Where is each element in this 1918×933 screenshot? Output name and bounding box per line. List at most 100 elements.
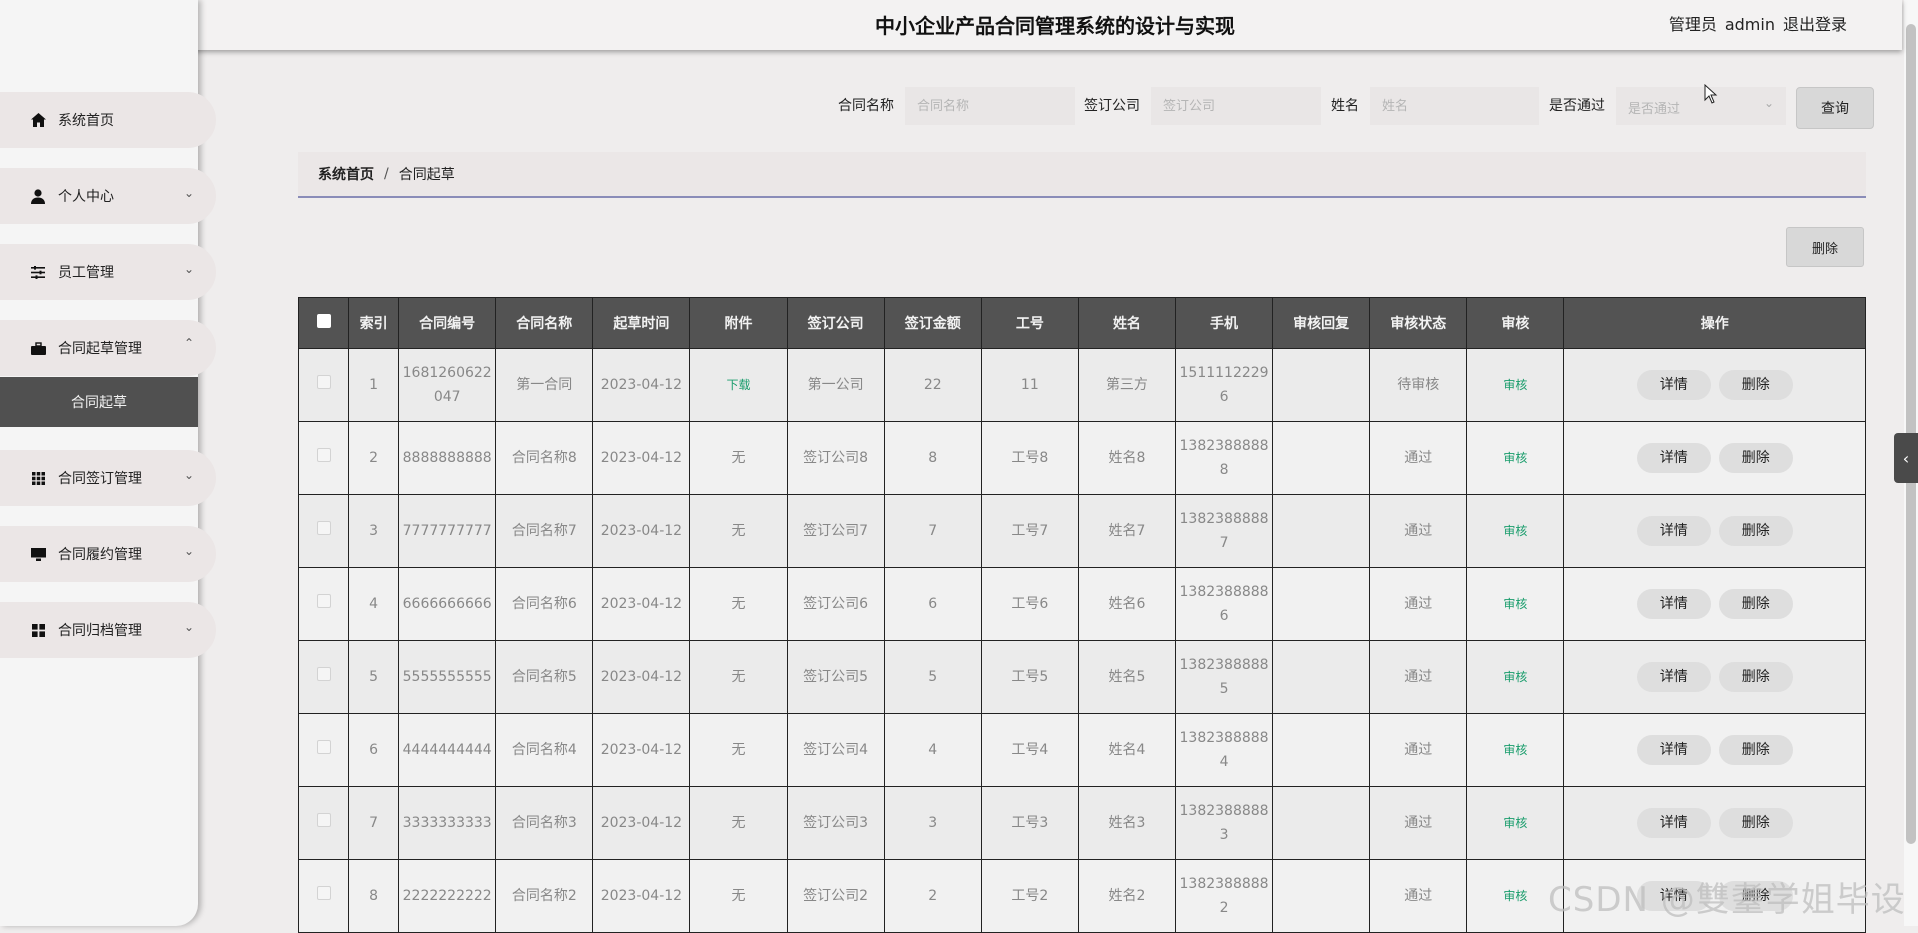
sidebar-item-home[interactable]: 系统首页 [0,92,216,148]
detail-button[interactable]: 详情 [1636,443,1711,473]
table-row: 6 4444444444 合同名称4 2023-04-12 无签订公司4 4 工号4 姓名4 1… [297,713,1866,787]
row-checkbox[interactable] [297,640,350,714]
cell-amount: 6 [883,567,982,641]
sidebar-subitem-contract-draft[interactable]: 合同起草 [0,377,198,427]
briefcase-icon [28,338,48,358]
cell-company: 签订公司6 [786,567,885,641]
row-checkbox[interactable] [297,859,350,933]
cell-phone: 13823888883 [1174,786,1274,860]
select-all-checkbox[interactable] [297,297,350,349]
detail-button[interactable]: 详情 [1636,516,1711,546]
chevron-down-icon: ⌄ [183,186,194,200]
row-delete-button[interactable]: 删除 [1718,589,1793,619]
cell-reply [1272,421,1371,495]
cell-job: 工号3 [980,786,1079,860]
row-delete-button[interactable]: 删除 [1718,662,1793,692]
col-header: 索引 [348,297,400,349]
cell-time: 2023-04-12 [592,640,691,714]
audit-link[interactable]: 审核 [1503,378,1527,392]
logout-link[interactable]: 退出登录 [1783,15,1847,34]
collapse-panel-tab[interactable]: ‹ [1894,433,1918,483]
detail-button[interactable]: 详情 [1636,662,1711,692]
contract-name-input[interactable] [905,87,1075,125]
col-header: 审核状态 [1369,297,1468,349]
audit-link[interactable]: 审核 [1503,597,1527,611]
cell-time: 2023-04-12 [592,567,691,641]
contract-name-label: 合同名称 [838,98,894,114]
delete-button[interactable]: 删除 [1786,227,1864,267]
query-button[interactable]: 查询 [1796,87,1874,129]
download-link[interactable]: 下载 [727,378,751,392]
table-row: 3 7777777777 合同名称7 2023-04-12 无签订公司7 7 工号7 姓名7 1… [297,494,1866,568]
audit-link[interactable]: 审核 [1503,524,1527,538]
row-delete-button[interactable]: 删除 [1718,808,1793,838]
cell-status: 通过 [1369,859,1468,933]
cell-person: 姓名2 [1077,859,1177,933]
row-checkbox[interactable] [297,421,350,495]
cell-name: 合同名称3 [495,786,594,860]
row-delete-button[interactable]: 删除 [1718,443,1793,473]
detail-button[interactable]: 详情 [1636,735,1711,765]
table-row: 4 6666666666 合同名称6 2023-04-12 无签订公司6 6 工号6 姓名6 1… [297,567,1866,641]
sidebar-item-contract-perform[interactable]: 合同履约管理 ⌄ [0,526,216,582]
audit-link[interactable]: 审核 [1503,451,1527,465]
row-checkbox[interactable] [297,567,350,641]
cell-idx: 2 [348,421,400,495]
row-checkbox[interactable] [297,713,350,787]
row-delete-button[interactable]: 删除 [1718,735,1793,765]
row-checkbox[interactable] [297,786,350,860]
breadcrumb-home[interactable]: 系统首页 [318,164,374,184]
cell-company: 签订公司3 [786,786,885,860]
col-header: 审核回复 [1272,297,1371,349]
cell-code: 7777777777 [398,494,497,568]
sidebar-item-personal-center[interactable]: 个人中心 ⌄ [0,168,216,224]
row-delete-button[interactable]: 删除 [1718,516,1793,546]
col-header: 签订金额 [883,297,982,349]
cell-status: 通过 [1369,494,1468,568]
cell-company: 签订公司7 [786,494,885,568]
table-header-row: 索引 合同编号 合同名称 起草时间 附件 签订公司 签订金额 工号 姓名 手机 … [297,297,1866,349]
cell-phone: 15111122296 [1174,348,1274,422]
name-input[interactable] [1370,87,1539,125]
sidebar-item-contract-sign[interactable]: 合同签订管理 ⌄ [0,450,216,506]
col-header: 手机 [1174,297,1274,349]
pass-select[interactable]: 是否通过 ⌄ [1616,87,1786,125]
cell-name: 第一合同 [495,348,594,422]
chevron-down-icon: ⌄ [183,544,194,558]
company-input[interactable] [1151,87,1321,125]
row-checkbox[interactable] [297,348,350,422]
apps-icon [28,620,48,640]
cell-actions: 详情 删除 [1563,348,1866,422]
sidebar-item-employee[interactable]: 员工管理 ⌄ [0,244,216,300]
cell-idx: 6 [348,713,400,787]
sidebar-item-label: 合同归档管理 [58,623,142,639]
cell-name: 合同名称2 [495,859,594,933]
cell-job: 工号8 [980,421,1079,495]
audit-link[interactable]: 审核 [1503,743,1527,757]
cell-idx: 5 [348,640,400,714]
chevron-left-icon: ‹ [1902,448,1910,468]
cell-person: 姓名3 [1077,786,1177,860]
audit-link[interactable]: 审核 [1503,889,1527,903]
detail-button[interactable]: 详情 [1636,370,1711,400]
detail-button[interactable]: 详情 [1636,808,1711,838]
cell-person: 姓名5 [1077,640,1177,714]
sidebar-item-label: 个人中心 [58,189,114,205]
detail-button[interactable]: 详情 [1636,589,1711,619]
user-icon [28,186,48,206]
row-delete-button[interactable]: 删除 [1718,370,1793,400]
cell-amount: 5 [883,640,982,714]
audit-link[interactable]: 审核 [1503,816,1527,830]
cell-company: 签订公司8 [786,421,885,495]
cell-actions: 详情 删除 [1563,567,1866,641]
row-checkbox[interactable] [297,494,350,568]
pass-label: 是否通过 [1549,98,1605,114]
cell-name: 合同名称5 [495,640,594,714]
sidebar-item-contract-draft[interactable]: 合同起草管理 ⌃ [0,320,216,376]
cell-audit: 审核 [1466,421,1565,495]
audit-link[interactable]: 审核 [1503,670,1527,684]
sidebar-item-label: 员工管理 [58,265,114,281]
cell-amount: 2 [883,859,982,933]
sidebar-item-contract-archive[interactable]: 合同归档管理 ⌄ [0,602,216,658]
sidebar-item-label: 合同起草管理 [58,341,142,357]
